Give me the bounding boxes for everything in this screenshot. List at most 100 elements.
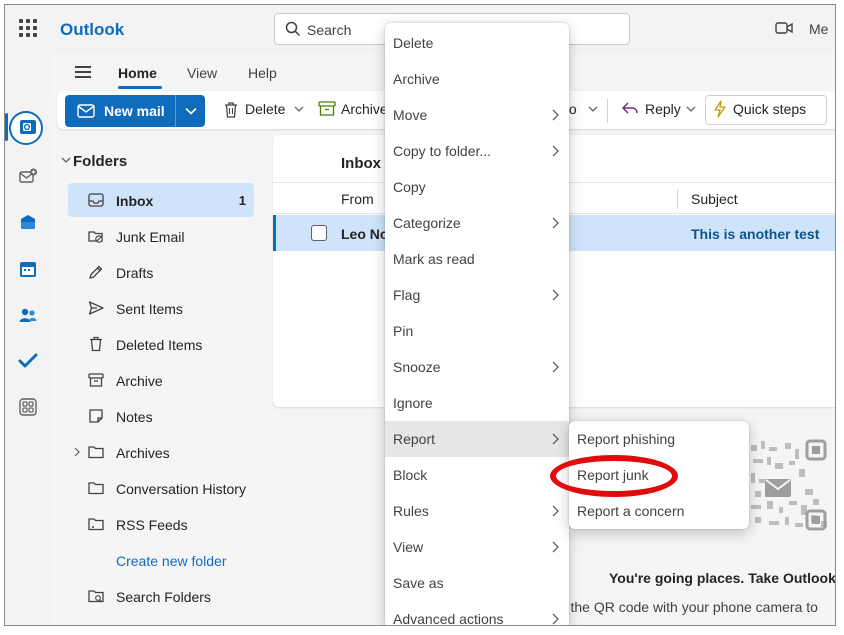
chevron-down-icon[interactable]	[588, 106, 598, 112]
column-from[interactable]: From	[341, 191, 374, 207]
menu-item-label: Report	[393, 431, 436, 447]
meet-now-label[interactable]: Me	[809, 21, 828, 37]
chevron-down-icon[interactable]	[61, 157, 71, 163]
delete-button[interactable]: Delete	[245, 101, 285, 117]
chevron-down-icon[interactable]	[294, 106, 304, 112]
folder-label: Drafts	[116, 265, 154, 281]
tab-home[interactable]: Home	[118, 65, 157, 81]
selection-accent	[273, 215, 276, 251]
folder-sent-items[interactable]: Sent Items	[68, 291, 254, 325]
hamburger-menu-icon[interactable]	[75, 66, 91, 78]
message-checkbox[interactable]	[311, 225, 327, 241]
message-list-title: Inbox	[341, 155, 381, 172]
app-title[interactable]: Outlook	[60, 20, 124, 40]
menu-item-move[interactable]: Move	[385, 97, 569, 133]
outlook-app-icon[interactable]	[14, 209, 42, 237]
menu-item-categorize[interactable]: Categorize	[385, 205, 569, 241]
folder-deleted-items[interactable]: Deleted Items	[68, 327, 254, 361]
menu-item-label: Move	[393, 107, 428, 123]
menu-item-report[interactable]: Report	[385, 421, 569, 457]
folder-rss-feeds[interactable]: RSS Feeds	[68, 507, 254, 541]
menu-item-mark-as-read[interactable]: Mark as read	[385, 241, 569, 277]
people-icon[interactable]	[14, 301, 42, 329]
folder-icon	[88, 482, 104, 495]
menu-item-view[interactable]: View	[385, 529, 569, 565]
reply-button[interactable]: Reply	[645, 101, 681, 117]
mail-add-icon[interactable]	[14, 163, 42, 191]
search-icon	[285, 21, 301, 37]
chevron-right-icon	[552, 541, 559, 553]
folders-header[interactable]: Folders	[73, 153, 127, 170]
folder-search-folders[interactable]: Search Folders	[68, 579, 254, 613]
folder-label: Conversation History	[116, 481, 246, 497]
active-tab-indicator	[118, 86, 162, 89]
app-rail	[5, 53, 51, 625]
message-sender: Leo No	[341, 226, 389, 242]
video-icon[interactable]	[775, 21, 793, 35]
column-divider[interactable]	[677, 189, 678, 209]
send-icon	[88, 301, 104, 315]
quick-steps-label: Quick steps	[733, 101, 807, 117]
more-apps-icon[interactable]	[14, 393, 42, 421]
promo-title: You're going places. Take Outlook w	[609, 570, 836, 586]
menu-item-copy-to-folder[interactable]: Copy to folder...	[385, 133, 569, 169]
folder-archives[interactable]: Archives	[68, 435, 254, 469]
promo-subtitle: an the QR code with your phone camera to	[551, 599, 818, 615]
calendar-icon[interactable]	[14, 255, 42, 283]
menu-item-snooze[interactable]: Snooze	[385, 349, 569, 385]
folder-inbox[interactable]: Inbox 1	[68, 183, 254, 217]
menu-item-ignore[interactable]: Ignore	[385, 385, 569, 421]
junk-icon	[88, 231, 103, 243]
archive-icon[interactable]	[318, 101, 336, 117]
menu-item-label: Flag	[393, 287, 421, 303]
chevron-down-icon[interactable]	[686, 106, 696, 112]
search-folder-icon	[88, 590, 104, 603]
context-menu: Delete Archive Move Copy to folder... Copy Ca…	[385, 23, 569, 625]
menu-item-report-phishing[interactable]: Report phishing	[569, 421, 749, 457]
folder-drafts[interactable]: Drafts	[68, 255, 254, 289]
menu-item-block[interactable]: Block	[385, 457, 569, 493]
menu-item-report-concern[interactable]: Report a concern	[569, 493, 749, 529]
message-subject: This is another test	[691, 226, 820, 242]
folder-junk-email[interactable]: Junk Email	[68, 219, 254, 253]
menu-item-flag[interactable]: Flag	[385, 277, 569, 313]
create-new-folder-link[interactable]: Create new folder	[116, 553, 227, 569]
column-subject[interactable]: Subject	[691, 191, 738, 207]
pencil-icon	[89, 265, 103, 279]
folder-archive[interactable]: Archive	[68, 363, 254, 397]
menu-item-copy[interactable]: Copy	[385, 169, 569, 205]
folder-conversation-history[interactable]: Conversation History	[68, 471, 254, 505]
todo-icon[interactable]	[14, 347, 42, 375]
menu-item-rules[interactable]: Rules	[385, 493, 569, 529]
new-mail-button[interactable]: New mail	[65, 95, 205, 127]
menu-item-delete[interactable]: Delete	[385, 25, 569, 61]
chevron-right-icon	[552, 217, 559, 229]
menu-item-save-as[interactable]: Save as	[385, 565, 569, 601]
tab-help[interactable]: Help	[248, 65, 277, 81]
menu-item-label: Rules	[393, 503, 429, 519]
folder-label: Sent Items	[116, 301, 183, 317]
chevron-right-icon	[552, 433, 559, 445]
archive-icon	[88, 373, 104, 387]
menu-item-label: Mark as read	[393, 251, 475, 267]
reply-icon[interactable]	[621, 101, 639, 115]
menu-item-advanced-actions[interactable]: Advanced actions	[385, 601, 569, 625]
archive-button[interactable]: Archive	[341, 101, 388, 117]
app-launcher-icon[interactable]	[19, 19, 37, 37]
chevron-right-icon	[552, 613, 559, 625]
folder-notes[interactable]: Notes	[68, 399, 254, 433]
menu-item-label: Report a concern	[577, 503, 685, 519]
mail-icon	[77, 104, 95, 118]
chevron-down-icon[interactable]	[185, 107, 197, 115]
search-input[interactable]: Search	[307, 22, 351, 38]
menu-item-pin[interactable]: Pin	[385, 313, 569, 349]
folder-label: Inbox	[116, 193, 154, 209]
trash-icon[interactable]	[223, 101, 239, 119]
menu-item-label: Delete	[393, 35, 434, 51]
chevron-right-icon	[552, 289, 559, 301]
menu-item-archive[interactable]: Archive	[385, 61, 569, 97]
outlook-mail-icon[interactable]	[14, 113, 42, 141]
tab-view[interactable]: View	[187, 65, 217, 81]
chevron-right-icon	[552, 109, 559, 121]
chevron-right-icon[interactable]	[74, 447, 80, 457]
